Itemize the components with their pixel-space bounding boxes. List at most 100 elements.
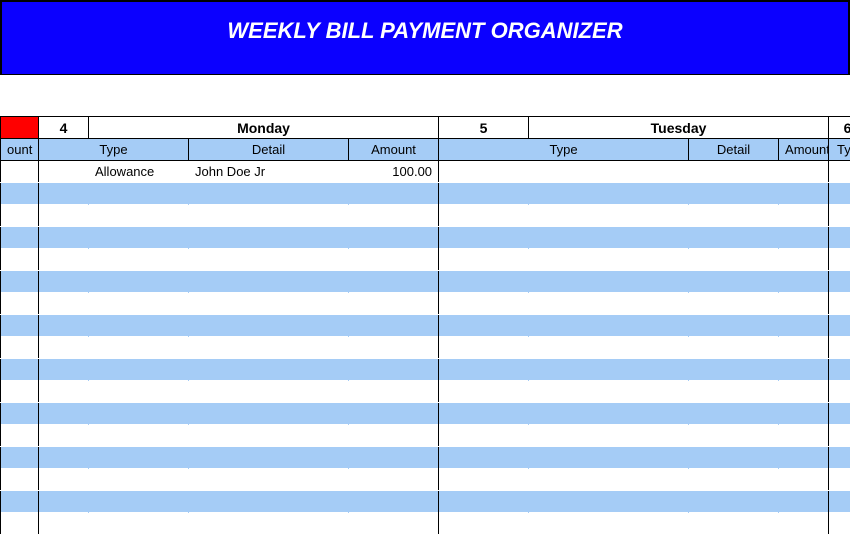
day-tuesday-header[interactable]: Tuesday xyxy=(529,117,829,139)
cell[interactable] xyxy=(349,337,439,359)
cell[interactable] xyxy=(829,359,850,381)
cell[interactable] xyxy=(89,337,189,359)
cell[interactable] xyxy=(39,513,89,535)
cell[interactable] xyxy=(779,491,829,513)
cell[interactable] xyxy=(189,249,349,271)
cell[interactable] xyxy=(1,381,39,403)
cell[interactable] xyxy=(89,227,189,249)
cell[interactable] xyxy=(689,513,779,535)
cell[interactable]: 100.00 xyxy=(349,161,439,183)
cell[interactable] xyxy=(439,161,529,183)
cell[interactable] xyxy=(39,315,89,337)
day-number[interactable]: 5 xyxy=(439,117,529,139)
cell[interactable] xyxy=(1,249,39,271)
cell[interactable] xyxy=(189,337,349,359)
cell[interactable] xyxy=(349,447,439,469)
cell[interactable] xyxy=(189,447,349,469)
day-number[interactable]: 6 xyxy=(829,117,850,139)
cell[interactable] xyxy=(349,469,439,491)
cell[interactable] xyxy=(689,161,779,183)
cell[interactable] xyxy=(829,227,850,249)
cell[interactable] xyxy=(829,205,850,227)
cell[interactable] xyxy=(829,337,850,359)
cell[interactable] xyxy=(829,469,850,491)
cell[interactable] xyxy=(89,447,189,469)
cell[interactable] xyxy=(349,513,439,535)
cell[interactable] xyxy=(89,315,189,337)
cell[interactable] xyxy=(829,381,850,403)
cell[interactable] xyxy=(439,425,529,447)
cell[interactable] xyxy=(689,227,779,249)
cell[interactable] xyxy=(89,381,189,403)
cell[interactable] xyxy=(1,403,39,425)
cell[interactable] xyxy=(349,205,439,227)
cell[interactable] xyxy=(1,425,39,447)
cell[interactable] xyxy=(189,183,349,205)
cell[interactable] xyxy=(779,315,829,337)
cell[interactable] xyxy=(349,359,439,381)
cell[interactable] xyxy=(529,293,689,315)
cell[interactable] xyxy=(689,447,779,469)
cell[interactable] xyxy=(349,271,439,293)
cell[interactable] xyxy=(779,161,829,183)
day-number[interactable]: 4 xyxy=(39,117,89,139)
cell[interactable] xyxy=(349,183,439,205)
cell[interactable] xyxy=(779,293,829,315)
cell[interactable] xyxy=(689,425,779,447)
cell[interactable] xyxy=(1,183,39,205)
cell[interactable] xyxy=(689,315,779,337)
col-type[interactable]: Type xyxy=(39,139,189,161)
cell[interactable] xyxy=(779,337,829,359)
cell[interactable] xyxy=(689,403,779,425)
cell[interactable] xyxy=(779,359,829,381)
cell[interactable] xyxy=(529,513,689,535)
cell[interactable] xyxy=(439,249,529,271)
cell[interactable] xyxy=(689,293,779,315)
col-detail[interactable]: Detail xyxy=(189,139,349,161)
cell[interactable] xyxy=(189,359,349,381)
cell[interactable] xyxy=(1,161,39,183)
cell[interactable] xyxy=(349,315,439,337)
cell[interactable] xyxy=(439,205,529,227)
cell[interactable] xyxy=(529,161,689,183)
cell[interactable] xyxy=(439,337,529,359)
cell[interactable] xyxy=(39,359,89,381)
cell[interactable] xyxy=(829,183,850,205)
cell[interactable] xyxy=(529,249,689,271)
cell[interactable] xyxy=(439,381,529,403)
cell[interactable] xyxy=(779,469,829,491)
cell[interactable] xyxy=(89,271,189,293)
cell[interactable]: John Doe Jr xyxy=(189,161,349,183)
cell[interactable] xyxy=(189,469,349,491)
cell[interactable] xyxy=(779,183,829,205)
cell[interactable] xyxy=(439,447,529,469)
cell[interactable] xyxy=(529,403,689,425)
cell[interactable] xyxy=(779,447,829,469)
cell[interactable] xyxy=(689,249,779,271)
cell[interactable] xyxy=(829,161,850,183)
cell[interactable] xyxy=(439,183,529,205)
cell[interactable] xyxy=(829,293,850,315)
col-amount-partial[interactable]: ount xyxy=(1,139,39,161)
cell[interactable] xyxy=(779,513,829,535)
cell[interactable] xyxy=(189,227,349,249)
cell[interactable] xyxy=(349,249,439,271)
cell[interactable] xyxy=(189,491,349,513)
cell[interactable] xyxy=(689,491,779,513)
col-type[interactable]: Type xyxy=(439,139,689,161)
cell[interactable] xyxy=(689,359,779,381)
col-type-partial[interactable]: Typ xyxy=(829,139,850,161)
cell[interactable] xyxy=(829,315,850,337)
cell[interactable] xyxy=(779,227,829,249)
cell[interactable] xyxy=(689,469,779,491)
cell[interactable] xyxy=(1,271,39,293)
cell[interactable] xyxy=(39,271,89,293)
cell[interactable] xyxy=(39,491,89,513)
cell[interactable] xyxy=(1,205,39,227)
cell[interactable] xyxy=(529,447,689,469)
cell[interactable] xyxy=(39,469,89,491)
cell[interactable] xyxy=(529,469,689,491)
cell[interactable] xyxy=(39,249,89,271)
cell[interactable] xyxy=(439,403,529,425)
cell[interactable] xyxy=(349,403,439,425)
